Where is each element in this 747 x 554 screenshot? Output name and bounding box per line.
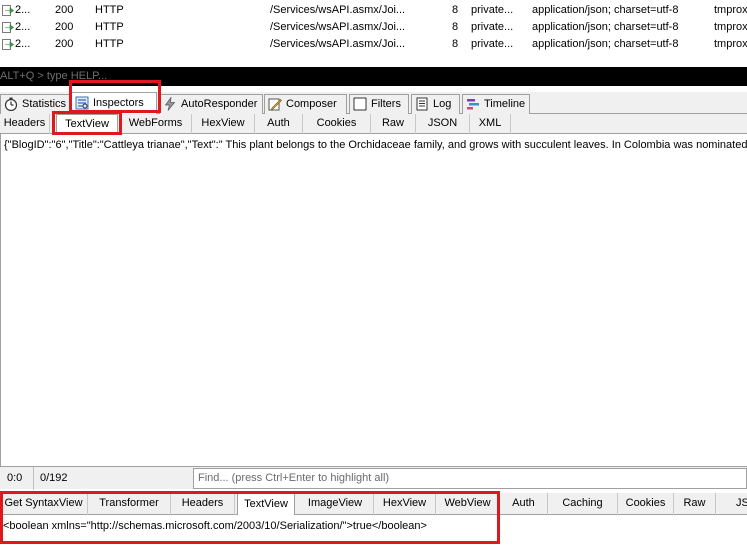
request-tab-webforms[interactable]: WebForms (120, 114, 192, 134)
request-inspector-tabs: Headers TextView WebForms HexView Auth C… (0, 114, 747, 135)
request-tab-textview[interactable]: TextView (56, 114, 118, 135)
tab-statistics[interactable]: Statistics (0, 94, 70, 114)
timeline-icon (466, 97, 480, 111)
tab-composer-label: Composer (286, 98, 337, 110)
response-tab-transformer[interactable]: Transformer (88, 493, 171, 515)
log-document-icon (415, 97, 429, 111)
session-result: 200 (55, 38, 74, 50)
session-row[interactable]: 2... 200 HTTP /Services/wsAPI.asmx/Joi..… (0, 19, 747, 36)
tab-autoresponder[interactable]: AutoResponder (159, 94, 263, 114)
response-tab-headers[interactable]: Headers (171, 493, 235, 515)
tab-filters-label: Filters (371, 98, 401, 110)
session-process: tmproxy (714, 4, 747, 16)
stopwatch-icon (4, 97, 18, 112)
inspector-icon (75, 96, 89, 110)
tab-log-label: Log (433, 98, 452, 110)
session-process: tmproxy (714, 38, 747, 50)
session-result: 200 (55, 4, 74, 16)
session-url: /Services/wsAPI.asmx/Joi... (270, 4, 406, 16)
response-inspector-tabs: Get SyntaxView Transformer Headers TextV… (0, 493, 747, 516)
response-tab-imageview[interactable]: ImageView (297, 493, 374, 515)
tab-log[interactable]: Log (411, 94, 460, 114)
request-tab-auth[interactable]: Auth (255, 114, 303, 134)
session-protocol: HTTP (95, 38, 124, 50)
find-input[interactable]: Find... (press Ctrl+Enter to highlight a… (193, 468, 747, 489)
response-tab-caching[interactable]: Caching (548, 493, 618, 515)
session-url: /Services/wsAPI.asmx/Joi... (270, 21, 406, 33)
request-tab-cookies[interactable]: Cookies (303, 114, 371, 134)
tab-inspectors-label: Inspectors (93, 97, 144, 109)
session-body-size: 8 (452, 4, 459, 16)
request-tab-headers[interactable]: Headers (0, 114, 50, 134)
caret-position: 0:0 (0, 467, 34, 490)
session-body-size: 8 (452, 38, 459, 50)
tab-timeline-label: Timeline (484, 98, 526, 110)
session-protocol: HTTP (95, 21, 124, 33)
tab-timeline[interactable]: Timeline (462, 94, 530, 114)
session-number: 2... (15, 21, 31, 33)
response-tab-hexview[interactable]: HexView (374, 493, 436, 515)
response-tab-cookies[interactable]: Cookies (618, 493, 674, 515)
session-process: tmproxy (714, 21, 747, 33)
tab-filters[interactable]: Filters (349, 94, 409, 114)
response-tab-syntaxview[interactable]: Get SyntaxView (0, 493, 88, 515)
response-arrow-icon (2, 22, 15, 33)
request-status-strip: 0:0 0/192 Find... (press Ctrl+Enter to h… (0, 466, 747, 490)
pencil-icon (268, 97, 282, 111)
response-tab-raw[interactable]: Raw (674, 493, 716, 515)
request-tab-hexview[interactable]: HexView (192, 114, 255, 134)
session-list[interactable]: 2... 200 HTTP /Services/wsAPI.asmx/Joi..… (0, 0, 747, 66)
session-number: 2... (15, 38, 31, 50)
checkbox-icon (353, 97, 367, 111)
session-row[interactable]: 2... 200 HTTP /Services/wsAPI.asmx/Joi..… (0, 2, 747, 19)
tab-inspectors[interactable]: Inspectors (71, 92, 157, 115)
request-tab-raw[interactable]: Raw (371, 114, 416, 134)
char-count: 0/192 (40, 472, 68, 484)
session-content-type: application/json; charset=utf-8 (532, 4, 679, 16)
session-caching: private... (471, 4, 514, 16)
session-caching: private... (471, 21, 514, 33)
response-tab-webview[interactable]: WebView (436, 493, 500, 515)
response-arrow-icon (2, 5, 15, 16)
tab-autoresponder-label: AutoResponder (181, 98, 258, 110)
request-tab-json[interactable]: JSON (416, 114, 470, 134)
main-tab-strip: Statistics Inspectors AutoResponder Comp… (0, 92, 747, 115)
quickexec-input[interactable]: ALT+Q > type HELP... (0, 67, 747, 86)
session-content-type: application/json; charset=utf-8 (532, 38, 679, 50)
tab-statistics-label: Statistics (22, 98, 67, 110)
session-content-type: application/json; charset=utf-8 (532, 21, 679, 33)
response-tab-json[interactable]: JS (716, 493, 747, 515)
session-protocol: HTTP (95, 4, 124, 16)
lightning-icon (163, 96, 177, 111)
session-number: 2... (15, 4, 31, 16)
response-body-textview[interactable]: <boolean xmlns="http://schemas.microsoft… (0, 515, 747, 554)
session-body-size: 8 (452, 21, 459, 33)
request-tab-xml[interactable]: XML (470, 114, 511, 134)
response-tab-textview[interactable]: TextView (237, 493, 295, 516)
response-arrow-icon (2, 39, 15, 50)
tab-composer[interactable]: Composer (264, 94, 347, 114)
request-body-textview[interactable]: {"BlogID":"6","Title":"Cattleya trianae"… (0, 134, 747, 466)
session-caching: private... (471, 38, 514, 50)
response-tab-auth[interactable]: Auth (500, 493, 548, 515)
session-row[interactable]: 2... 200 HTTP /Services/wsAPI.asmx/Joi..… (0, 36, 747, 53)
session-result: 200 (55, 21, 74, 33)
session-url: /Services/wsAPI.asmx/Joi... (270, 38, 406, 50)
